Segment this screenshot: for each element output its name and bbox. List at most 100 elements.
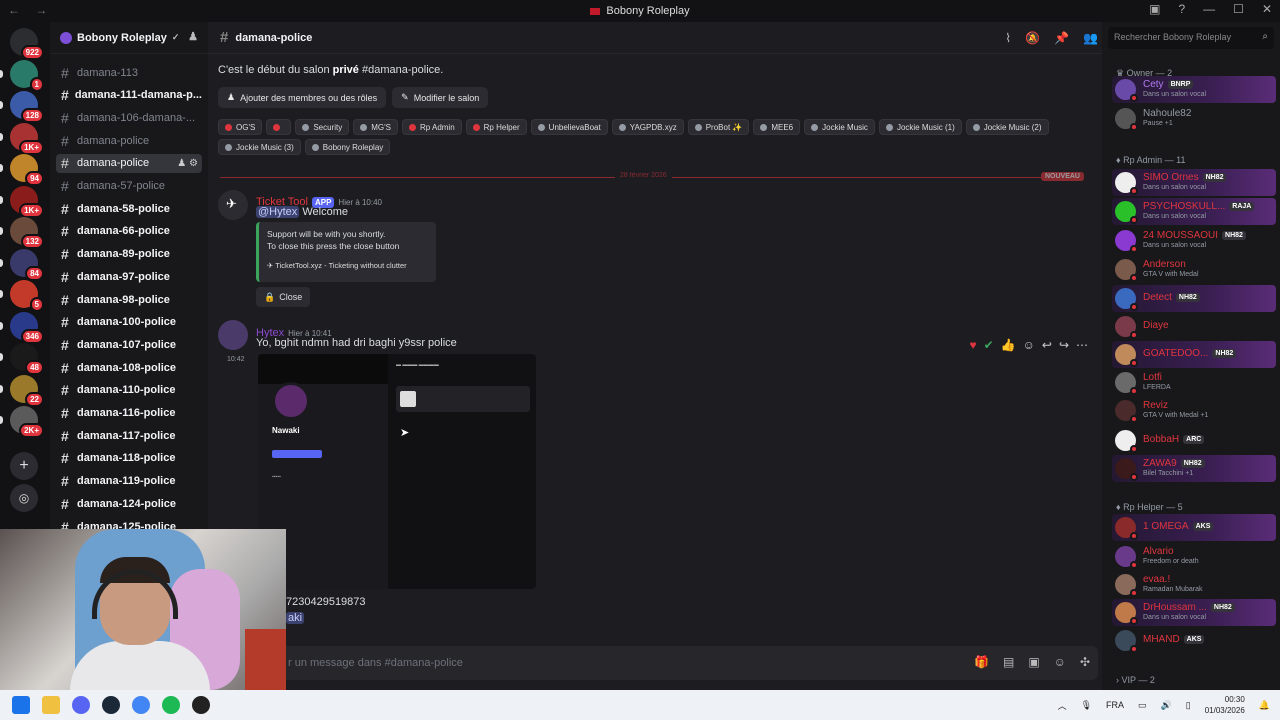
member-item[interactable]: Diaye	[1112, 313, 1276, 340]
channel-item[interactable]: # damana-98-police	[56, 290, 202, 309]
role-chip[interactable]: OG'S	[218, 119, 263, 135]
pin-icon[interactable]: 📌	[1054, 31, 1069, 45]
channel-item[interactable]: # damana-police ♟ ⚙	[56, 153, 202, 173]
server-icon[interactable]: 1	[10, 59, 44, 92]
member-item[interactable]: ZAWA9 NH82 Bilel Tacchini +1	[1112, 455, 1276, 482]
inbox-icon[interactable]: ▣	[1149, 2, 1160, 16]
server-icon[interactable]: 1K+	[10, 122, 44, 155]
member-item[interactable]: GOATEDOO... NH82	[1112, 341, 1276, 368]
search-input[interactable]: Rechercher Bobony Roleplay ⌕	[1108, 27, 1274, 49]
reply-icon[interactable]: ↩	[1042, 338, 1052, 352]
more-icon[interactable]: ⋯	[1076, 338, 1088, 352]
role-chip[interactable]: Rp Helper	[465, 119, 527, 135]
role-chip[interactable]: MG'S	[353, 119, 398, 135]
sticker-icon[interactable]: ▣	[1028, 655, 1039, 669]
server-icon[interactable]: 5	[10, 280, 44, 312]
hytex-avatar[interactable]	[218, 320, 248, 350]
channel-item[interactable]: # damana-100-police	[56, 313, 202, 332]
user-mention[interactable]: @Hytex	[256, 206, 300, 218]
emoji-icon[interactable]: ☺	[1054, 655, 1066, 669]
server-icon[interactable]: 346	[10, 311, 44, 344]
role-chip[interactable]: Bobony Roleplay	[304, 139, 391, 155]
role-chip[interactable]: YAGPDB.xyz	[611, 119, 684, 135]
member-item[interactable]: BobbaH ARC	[1112, 427, 1276, 454]
channel-item[interactable]: # damana-66-police	[56, 222, 202, 241]
server-icon[interactable]: 22	[10, 374, 44, 407]
member-item[interactable]: evaa.! Ramadan Mubarak	[1112, 571, 1276, 598]
server-icon[interactable]: 132	[10, 217, 44, 249]
edit-channel-button[interactable]: ✎ Modifier le salon	[392, 87, 489, 108]
role-chip[interactable]: Jockie Music	[804, 119, 875, 135]
role-chip[interactable]: Jockie Music (2)	[965, 119, 1049, 135]
discover-icon[interactable]: ◎	[10, 484, 38, 512]
network-icon[interactable]: ▭	[1138, 700, 1147, 711]
minimize-button[interactable]: —	[1203, 2, 1215, 16]
message-composer[interactable]: r un message dans #damana-police 🎁 ▤ ▣ ☺…	[218, 646, 1098, 680]
microphone-icon[interactable]: 🎙	[1081, 700, 1092, 711]
help-icon[interactable]: ?	[1178, 2, 1185, 16]
role-chip[interactable]: Jockie Music (1)	[878, 119, 962, 135]
role-chip[interactable]: MEE6	[753, 119, 801, 135]
member-item[interactable]: Nahoule82 Pause +1	[1112, 105, 1276, 132]
role-chip[interactable]: UnbelievaBoat	[530, 119, 608, 135]
member-list-icon[interactable]: 👥	[1083, 31, 1098, 45]
channel-item[interactable]: # damana-113	[56, 63, 202, 82]
windows-start-icon[interactable]	[12, 696, 30, 714]
member-item[interactable]: Lotfi LFERDA	[1112, 369, 1276, 396]
threads-icon[interactable]: ⌇	[1005, 31, 1011, 45]
channel-item[interactable]: # damana-108-police	[56, 358, 202, 377]
check-reaction[interactable]: ✔	[984, 338, 994, 352]
thumbs-up-reaction[interactable]: 👍	[1001, 338, 1016, 352]
channel-item[interactable]: # damana-106-damana-...	[56, 108, 202, 127]
server-icon[interactable]: 84	[10, 248, 44, 281]
notifications-icon[interactable]: 🔕	[1025, 31, 1040, 45]
server-icon[interactable]: 48	[10, 343, 44, 375]
discord-home-icon[interactable]: 922	[10, 28, 44, 60]
member-item[interactable]: Detect NH82	[1112, 285, 1276, 312]
gif-icon[interactable]: ▤	[1003, 655, 1014, 669]
app-icon[interactable]	[192, 696, 210, 714]
channel-item[interactable]: # damana-119-police	[56, 472, 202, 491]
add-reaction-icon[interactable]: ☺	[1023, 338, 1035, 352]
apps-icon[interactable]: ✣	[1080, 655, 1090, 669]
member-item[interactable]: SIMO Ornes NH82 Dans un salon vocal	[1112, 169, 1276, 196]
channel-item[interactable]: # damana-118-police	[56, 449, 202, 468]
member-item[interactable]: DrHoussam ... NH82 Dans un salon vocal	[1112, 599, 1276, 626]
channel-item[interactable]: # damana-117-police	[56, 426, 202, 445]
add-server-icon[interactable]: +	[10, 452, 38, 480]
server-icon[interactable]: 2K+	[10, 406, 44, 438]
user-mention[interactable]: aki	[286, 612, 305, 624]
channel-item[interactable]: # damana-116-police	[56, 404, 202, 423]
forward-icon[interactable]: ↪	[1059, 338, 1069, 352]
server-icon[interactable]: 1K+	[10, 185, 44, 218]
server-icon[interactable]: 94	[10, 154, 44, 186]
close-ticket-button[interactable]: 🔒 Close	[256, 287, 311, 307]
channel-item[interactable]: # damana-97-police	[56, 267, 202, 286]
language-indicator[interactable]: FRA	[1106, 700, 1124, 710]
maximize-button[interactable]: ☐	[1233, 2, 1244, 16]
channel-item[interactable]: # damana-police	[56, 131, 202, 150]
guild-header[interactable]: Bobony Roleplay ✓ ♟	[50, 22, 208, 54]
role-chip[interactable]: Jockie Music (3)	[218, 139, 301, 155]
member-item[interactable]: Cety BNRP Dans un salon vocal	[1112, 76, 1276, 103]
chevron-up-icon[interactable]: ︿	[1058, 699, 1067, 712]
server-icon[interactable]: 128	[10, 91, 44, 123]
role-chip[interactable]: Rp Admin	[401, 119, 462, 135]
channel-settings-icon[interactable]: ♟ ⚙	[177, 158, 198, 169]
image-attachment[interactable]: Nawaki ▪▪▪▪▪ ▬ ▬▬▬ ▬▬▬▬ ➤	[258, 354, 536, 589]
member-item[interactable]: 1 OMEGA AKS	[1112, 514, 1276, 541]
channel-item[interactable]: # damana-124-police	[56, 494, 202, 513]
clock[interactable]: 00:30 01/03/2026	[1205, 694, 1245, 716]
add-members-button[interactable]: ♟ Ajouter des membres ou des rôles	[218, 87, 387, 108]
channel-item[interactable]: # damana-57-police	[56, 177, 202, 196]
channel-item[interactable]: # damana-110-police	[56, 381, 202, 400]
discord-icon[interactable]	[72, 696, 90, 714]
channel-item[interactable]: # damana-89-police	[56, 245, 202, 264]
channel-item[interactable]: # damana-107-police	[56, 335, 202, 354]
close-window-button[interactable]: ✕	[1262, 2, 1272, 16]
heart-reaction[interactable]: ♥	[969, 338, 976, 352]
chevron-down-icon[interactable]: ✓	[172, 32, 180, 43]
file-explorer-icon[interactable]	[42, 696, 60, 714]
steam-icon[interactable]	[102, 696, 120, 714]
member-item[interactable]: MHAND AKS	[1112, 627, 1276, 654]
